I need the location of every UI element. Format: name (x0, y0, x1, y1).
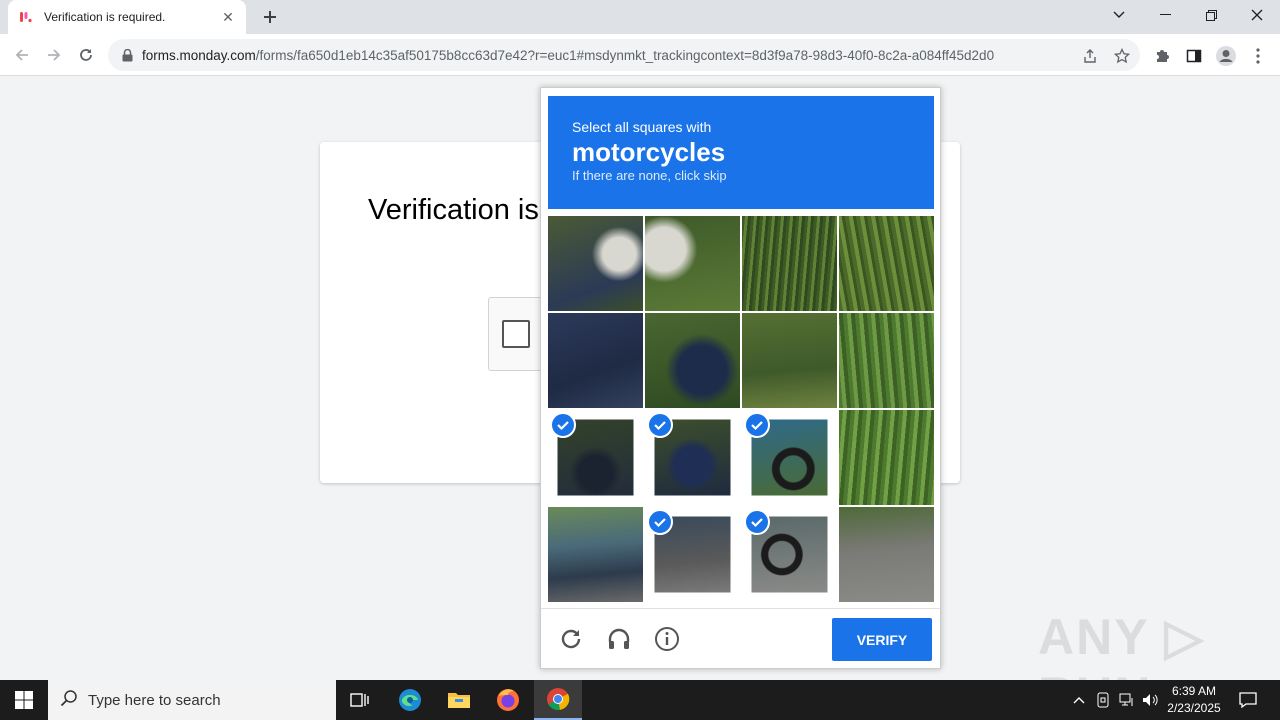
file-explorer-icon[interactable] (435, 680, 483, 720)
bookmark-star-icon[interactable] (1112, 46, 1132, 66)
tile-image (839, 313, 934, 408)
taskbar-clock[interactable]: 6:39 AM 2/23/2025 (1160, 683, 1228, 717)
captcha-tile[interactable] (548, 507, 643, 602)
captcha-tile[interactable] (645, 507, 740, 602)
tile-image (839, 410, 934, 505)
challenge-header: Select all squares with motorcycles If t… (548, 96, 934, 209)
device-icon[interactable] (1093, 690, 1113, 710)
search-placeholder: Type here to search (88, 691, 221, 709)
windows-taskbar: Type here to search 6:39 AM 2/23/2025 (0, 680, 1280, 720)
extensions-puzzle-icon[interactable] (1151, 45, 1173, 67)
checkmark-icon (550, 412, 576, 438)
side-panel-icon[interactable] (1183, 45, 1205, 67)
captcha-checkbox[interactable] (502, 320, 530, 348)
network-icon[interactable] (1117, 690, 1137, 710)
task-view-icon[interactable] (336, 680, 384, 720)
url-host: forms.monday.com (142, 47, 256, 63)
url-path: /forms/fa650d1eb14c35af50175b8cc63d7e42?… (255, 47, 995, 63)
reload-icon[interactable] (557, 625, 585, 653)
captcha-tile[interactable] (548, 313, 643, 408)
lock-icon[interactable] (120, 48, 134, 62)
challenge-instruction: Select all squares with (572, 119, 712, 135)
tile-image (548, 313, 643, 408)
captcha-tile[interactable] (548, 410, 643, 505)
volume-icon[interactable] (1141, 690, 1161, 710)
tab-title: Verification is required. (44, 10, 166, 24)
new-tab-button[interactable] (258, 5, 282, 29)
tab-strip: Verification is required. ✕ (0, 0, 1280, 34)
reload-button[interactable] (72, 41, 100, 69)
taskbar-search[interactable]: Type here to search (48, 680, 336, 720)
captcha-tile[interactable] (548, 216, 643, 311)
captcha-tile[interactable] (742, 216, 837, 311)
audio-headphones-icon[interactable] (605, 625, 633, 653)
tile-image (839, 507, 934, 602)
challenge-hint: If there are none, click skip (572, 168, 727, 183)
restore-button[interactable] (1188, 0, 1234, 30)
start-button[interactable] (0, 680, 48, 720)
url-text[interactable]: forms.monday.com/forms/fa650d1eb14c35af5… (142, 48, 1072, 63)
captcha-challenge: Select all squares with motorcycles If t… (540, 87, 941, 669)
tile-image (742, 313, 837, 408)
chevron-up-icon[interactable] (1069, 690, 1089, 710)
tile-image (742, 216, 837, 311)
notification-icon[interactable] (1238, 690, 1258, 710)
menu-kebab-icon[interactable] (1247, 45, 1269, 67)
address-bar[interactable]: forms.monday.com/forms/fa650d1eb14c35af5… (108, 39, 1140, 71)
checkmark-icon (647, 509, 673, 535)
captcha-tile[interactable] (645, 216, 740, 311)
firefox-icon[interactable] (484, 680, 532, 720)
clock-date: 2/23/2025 (1167, 701, 1221, 715)
captcha-tile[interactable] (645, 313, 740, 408)
close-tab-icon[interactable]: ✕ (220, 9, 236, 25)
checkmark-icon (744, 509, 770, 535)
back-button[interactable] (8, 41, 36, 69)
challenge-footer: VERIFY (541, 608, 940, 669)
profile-avatar-icon[interactable] (1215, 45, 1237, 67)
captcha-tile[interactable] (742, 410, 837, 505)
clock-time: 6:39 AM (1171, 684, 1217, 698)
share-icon[interactable] (1080, 46, 1100, 66)
tile-image (645, 313, 740, 408)
challenge-keyword: motorcycles (572, 137, 726, 167)
tab-search-icon[interactable] (1096, 0, 1142, 30)
forward-button[interactable] (40, 41, 68, 69)
chrome-icon[interactable] (534, 680, 582, 720)
info-icon[interactable] (653, 625, 681, 653)
search-icon (60, 689, 78, 712)
challenge-grid (548, 216, 934, 602)
checkmark-icon (744, 412, 770, 438)
checkmark-icon (647, 412, 673, 438)
browser-tab[interactable]: Verification is required. ✕ (8, 0, 246, 34)
close-window-button[interactable] (1234, 0, 1280, 30)
captcha-tile[interactable] (839, 507, 934, 602)
captcha-tile[interactable] (839, 313, 934, 408)
monday-favicon-icon (18, 9, 34, 25)
minimize-button[interactable] (1142, 0, 1188, 30)
captcha-tile[interactable] (645, 410, 740, 505)
captcha-tile[interactable] (742, 507, 837, 602)
captcha-tile[interactable] (742, 313, 837, 408)
browser-toolbar: forms.monday.com/forms/fa650d1eb14c35af5… (0, 34, 1280, 76)
page-title: Verification is required. (368, 194, 548, 226)
verify-button[interactable]: VERIFY (832, 618, 932, 661)
tile-image (645, 216, 740, 311)
edge-icon[interactable] (386, 680, 434, 720)
tile-image (548, 507, 643, 602)
tile-image (839, 216, 934, 311)
tile-image (548, 216, 643, 311)
captcha-tile[interactable] (839, 410, 934, 505)
captcha-tile[interactable] (839, 216, 934, 311)
